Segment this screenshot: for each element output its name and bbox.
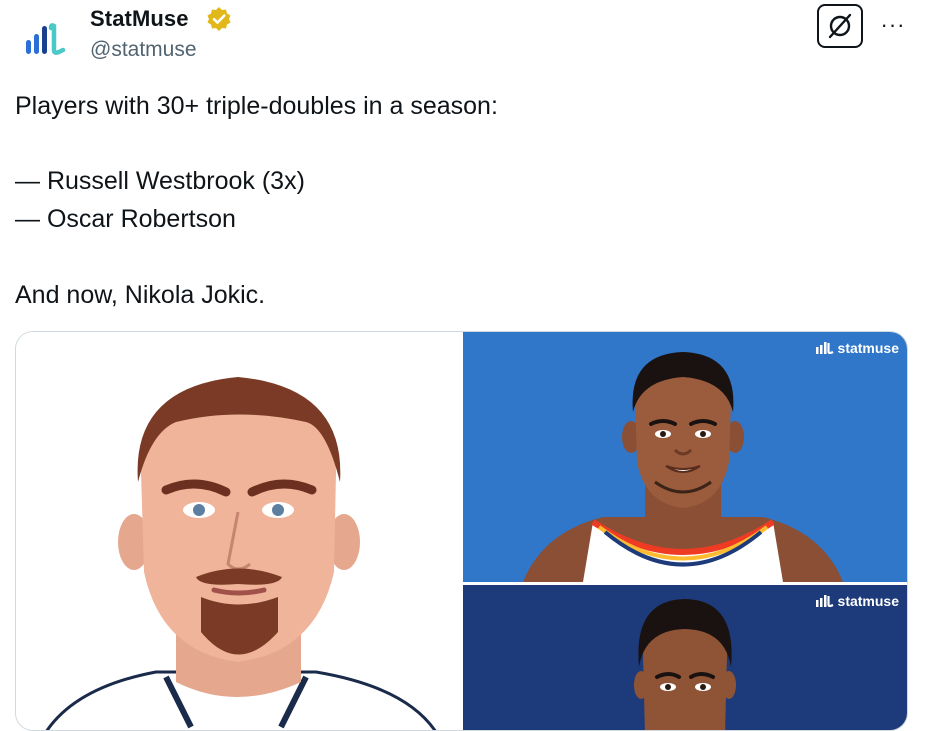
- author-name[interactable]: StatMuse: [90, 6, 189, 32]
- statmuse-logo-icon: [815, 342, 834, 354]
- grok-icon: [828, 13, 852, 39]
- avatar[interactable]: [20, 14, 72, 66]
- tweet-line: ​: [15, 126, 905, 164]
- tweet-line: — Russell Westbrook (3x): [15, 167, 305, 196]
- media-image-robertson[interactable]: statmuse: [463, 585, 907, 730]
- tweet-line: — Oscar Robertson: [15, 205, 236, 234]
- media-grid: statmuse statmuse: [15, 331, 908, 731]
- statmuse-logo-icon: [26, 23, 66, 55]
- statmuse-logo-icon: [815, 595, 834, 607]
- tweet-header: StatMuse @statmuse ···: [0, 0, 928, 80]
- media-image-westbrook[interactable]: statmuse: [463, 332, 907, 582]
- tweet-text: Players with 30+ triple-doubles in a sea…: [15, 88, 905, 314]
- more-options-button[interactable]: ···: [876, 10, 910, 40]
- grok-button[interactable]: [817, 4, 863, 48]
- verified-badge-icon: [206, 6, 232, 32]
- author-handle[interactable]: @statmuse: [90, 38, 197, 62]
- media-image-jokic[interactable]: [16, 332, 462, 730]
- tweet-line: ​: [15, 239, 905, 277]
- statmuse-watermark: statmuse: [815, 593, 899, 609]
- tweet-line: And now, Nikola Jokic.: [15, 280, 266, 309]
- watermark-text: statmuse: [837, 593, 899, 609]
- statmuse-watermark: statmuse: [815, 340, 899, 356]
- watermark-text: statmuse: [837, 340, 899, 356]
- tweet-line: Players with 30+ triple-doubles in a sea…: [15, 92, 498, 120]
